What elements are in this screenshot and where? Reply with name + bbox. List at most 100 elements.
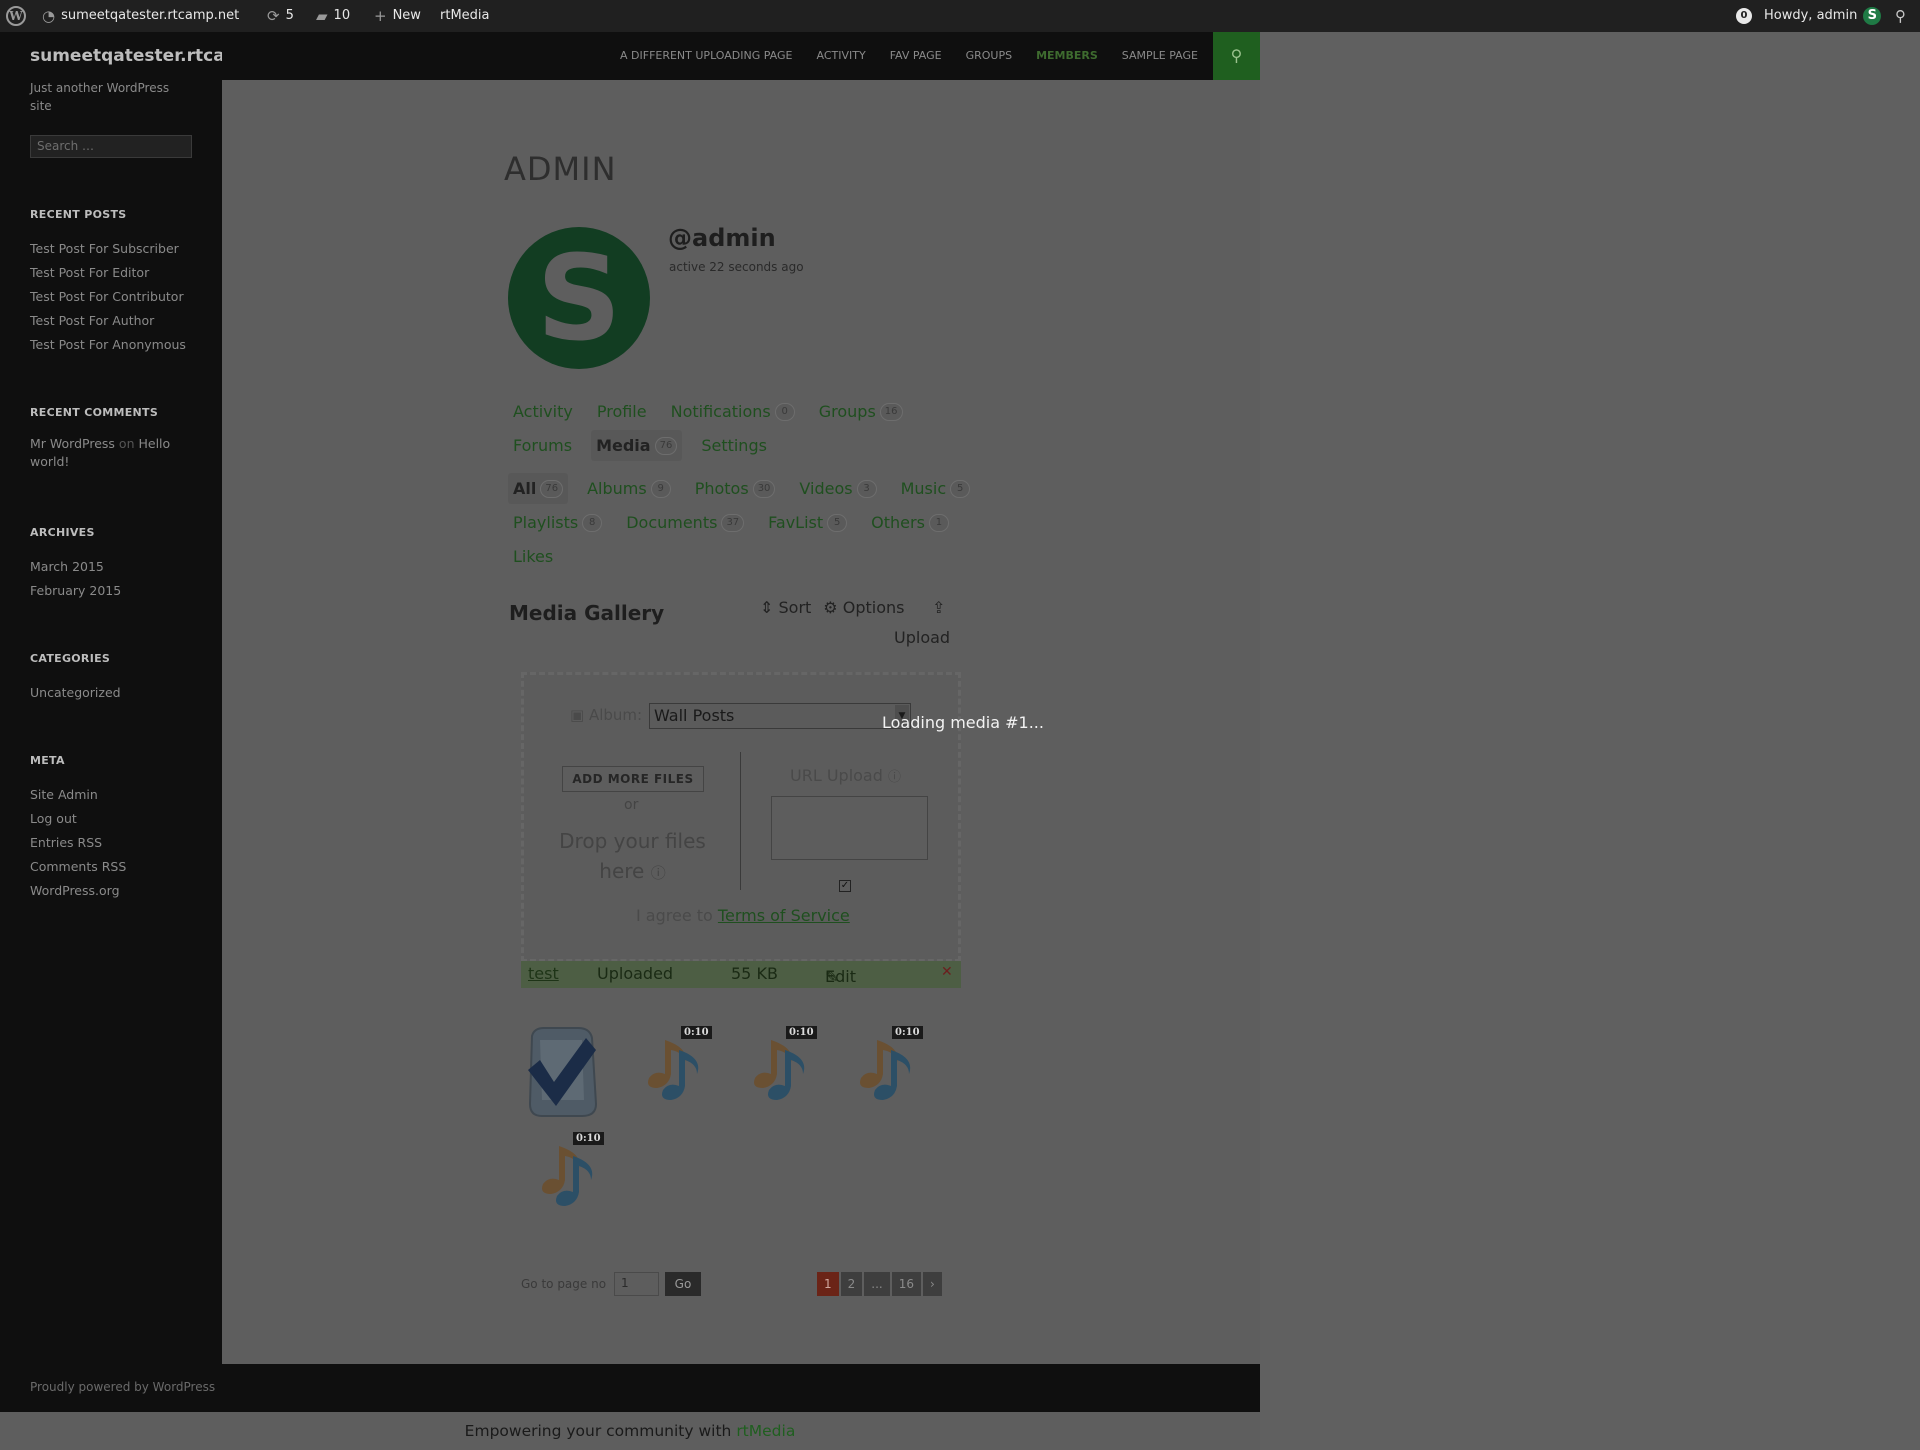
subtab-playlists[interactable]: Playlists 8 [508,507,607,538]
admin-bar-updates[interactable]: ⟳ 5 [267,0,294,32]
terms-checkbox[interactable]: ✓ [839,880,851,892]
admin-bar-rtmedia[interactable]: rtMedia [440,0,490,32]
count-badge: 9 [650,479,671,498]
subtab-documents[interactable]: Documents 37 [621,507,749,538]
nav-item-fav-page[interactable]: FAV PAGE [878,32,954,80]
page-link[interactable]: 2 [840,1272,863,1296]
page-number-input[interactable]: 1 [614,1272,659,1296]
next-page-link[interactable]: › [923,1272,942,1296]
tab-label: Videos [799,479,853,498]
meta-link[interactable]: WordPress.org [30,879,210,903]
notification-count-badge: 0 [1736,8,1752,24]
tab-label: Settings [701,436,767,455]
recent-post-link[interactable]: Test Post For Anonymous [30,333,210,357]
media-item[interactable]: 0:10 [635,1026,715,1106]
url-upload-input[interactable] [771,796,928,860]
media-item[interactable]: 0:10 [741,1026,821,1106]
admin-bar-account[interactable]: Howdy, admin S [1764,0,1882,32]
media-item[interactable] [520,1026,600,1117]
info-icon[interactable]: ⓘ [651,864,666,882]
subtab-likes[interactable]: Likes [508,541,558,572]
recent-post-link[interactable]: Test Post For Author [30,309,210,333]
rtmedia-link[interactable]: rtMedia [736,1422,795,1440]
meta-link[interactable]: Comments RSS [30,855,210,879]
terms-of-service-link[interactable]: Terms of Service [718,906,850,925]
subtab-others[interactable]: Others 1 [866,507,954,538]
recent-posts-heading: RECENT POSTS [30,208,127,221]
subtab-all[interactable]: All 76 [508,473,569,504]
admin-bar-comments[interactable]: ▰ 10 [316,0,350,32]
last-active-text: active 22 seconds ago [669,260,804,274]
avatar[interactable]: S [508,227,650,369]
count-badge: 37 [721,513,745,532]
nav-item-uploading-page[interactable]: A DIFFERENT UPLOADING PAGE [608,32,805,80]
upload-icon[interactable]: ⇪ [932,598,945,617]
upload-button[interactable]: Upload [894,628,950,647]
nav-item-sample-page[interactable]: SAMPLE PAGE [1110,32,1210,80]
add-more-files-button[interactable]: ADD MORE FILES [562,766,704,792]
sort-button[interactable]: ⇕ Sort [760,598,811,617]
info-icon[interactable]: ⓘ [888,770,901,785]
sort-icon: ⇕ [760,598,774,617]
primary-navigation: A DIFFERENT UPLOADING PAGE ACTIVITY FAV … [222,32,1260,80]
wordpress-logo-icon[interactable]: W [6,0,26,32]
admin-bar-search-icon[interactable]: ⚲ [1895,0,1906,32]
media-item[interactable]: 0:10 [529,1132,609,1212]
comment-author-link[interactable]: Mr WordPress [30,436,115,451]
go-button[interactable]: Go [665,1272,701,1296]
subtab-photos[interactable]: Photos 30 [690,473,781,504]
count-badge: 5 [950,479,971,498]
subtab-albums[interactable]: Albums 9 [582,473,676,504]
nav-item-activity[interactable]: ACTIVITY [805,32,878,80]
tab-label: FavList [768,513,824,532]
meta-link[interactable]: Log out [30,807,210,831]
recent-post-link[interactable]: Test Post For Contributor [30,285,210,309]
album-select[interactable]: Wall Posts ▼ [649,703,911,729]
recent-post-link[interactable]: Test Post For Subscriber [30,237,210,261]
page-link-current[interactable]: 1 [817,1272,839,1296]
nav-search-icon[interactable]: ⚲ [1213,32,1260,80]
subtab-videos[interactable]: Videos 3 [794,473,881,504]
tab-groups[interactable]: Groups 16 [814,396,908,427]
meta-link[interactable]: Entries RSS [30,831,210,855]
recent-post-link[interactable]: Test Post For Editor [30,261,210,285]
admin-bar-site-name[interactable]: sumeetqatester.rtcamp.net [61,0,239,32]
rtmedia-footer: Empowering your community with rtMedia [0,1412,1260,1450]
tab-activity[interactable]: Activity [508,396,578,427]
count-badge: 0 [774,402,795,421]
tab-profile[interactable]: Profile [592,396,652,427]
nav-item-members[interactable]: MEMBERS [1024,32,1110,80]
category-link[interactable]: Uncategorized [30,681,210,705]
tab-media[interactable]: Media 76 [591,430,683,461]
options-button[interactable]: ⚙ Options [823,598,904,617]
tab-label: Media [596,436,651,455]
gallery-title: Media Gallery [509,601,665,625]
meta-heading: META [30,754,65,767]
sidebar-search-input[interactable]: Search … [30,135,192,158]
tab-settings[interactable]: Settings [696,430,772,461]
admin-bar-new[interactable]: + New [374,0,421,32]
admin-bar-notifications[interactable]: 0 [1736,0,1752,32]
count-badge: 76 [654,436,678,455]
footer-tagline: Empowering your community with [464,1422,732,1440]
nav-item-groups[interactable]: GROUPS [954,32,1025,80]
media-item[interactable]: 0:10 [847,1026,927,1106]
tab-label: Notifications [670,402,771,421]
meta-link[interactable]: Site Admin [30,783,210,807]
count-badge: 1 [928,513,949,532]
admin-bar-site[interactable]: ◔ sumeetqatester.rtcamp.net [42,0,239,32]
subtab-favlist[interactable]: FavList 5 [763,507,852,538]
tab-forums[interactable]: Forums [508,430,577,461]
uploaded-file-name[interactable]: test [528,964,559,983]
remove-file-button[interactable]: ✕ [941,964,953,980]
tab-notifications[interactable]: Notifications 0 [666,396,800,427]
subtab-music[interactable]: Music 5 [896,473,976,504]
archive-link[interactable]: February 2015 [30,579,210,603]
page-link[interactable]: 16 [891,1272,922,1296]
agree-text: I agree to [636,906,713,925]
archive-link[interactable]: March 2015 [30,555,210,579]
album-label-text: Album: [588,706,643,724]
powered-by-link[interactable]: Proudly powered by WordPress [30,1380,215,1394]
howdy-text: Howdy, admin [1764,8,1858,23]
avatar: S [1863,7,1882,25]
